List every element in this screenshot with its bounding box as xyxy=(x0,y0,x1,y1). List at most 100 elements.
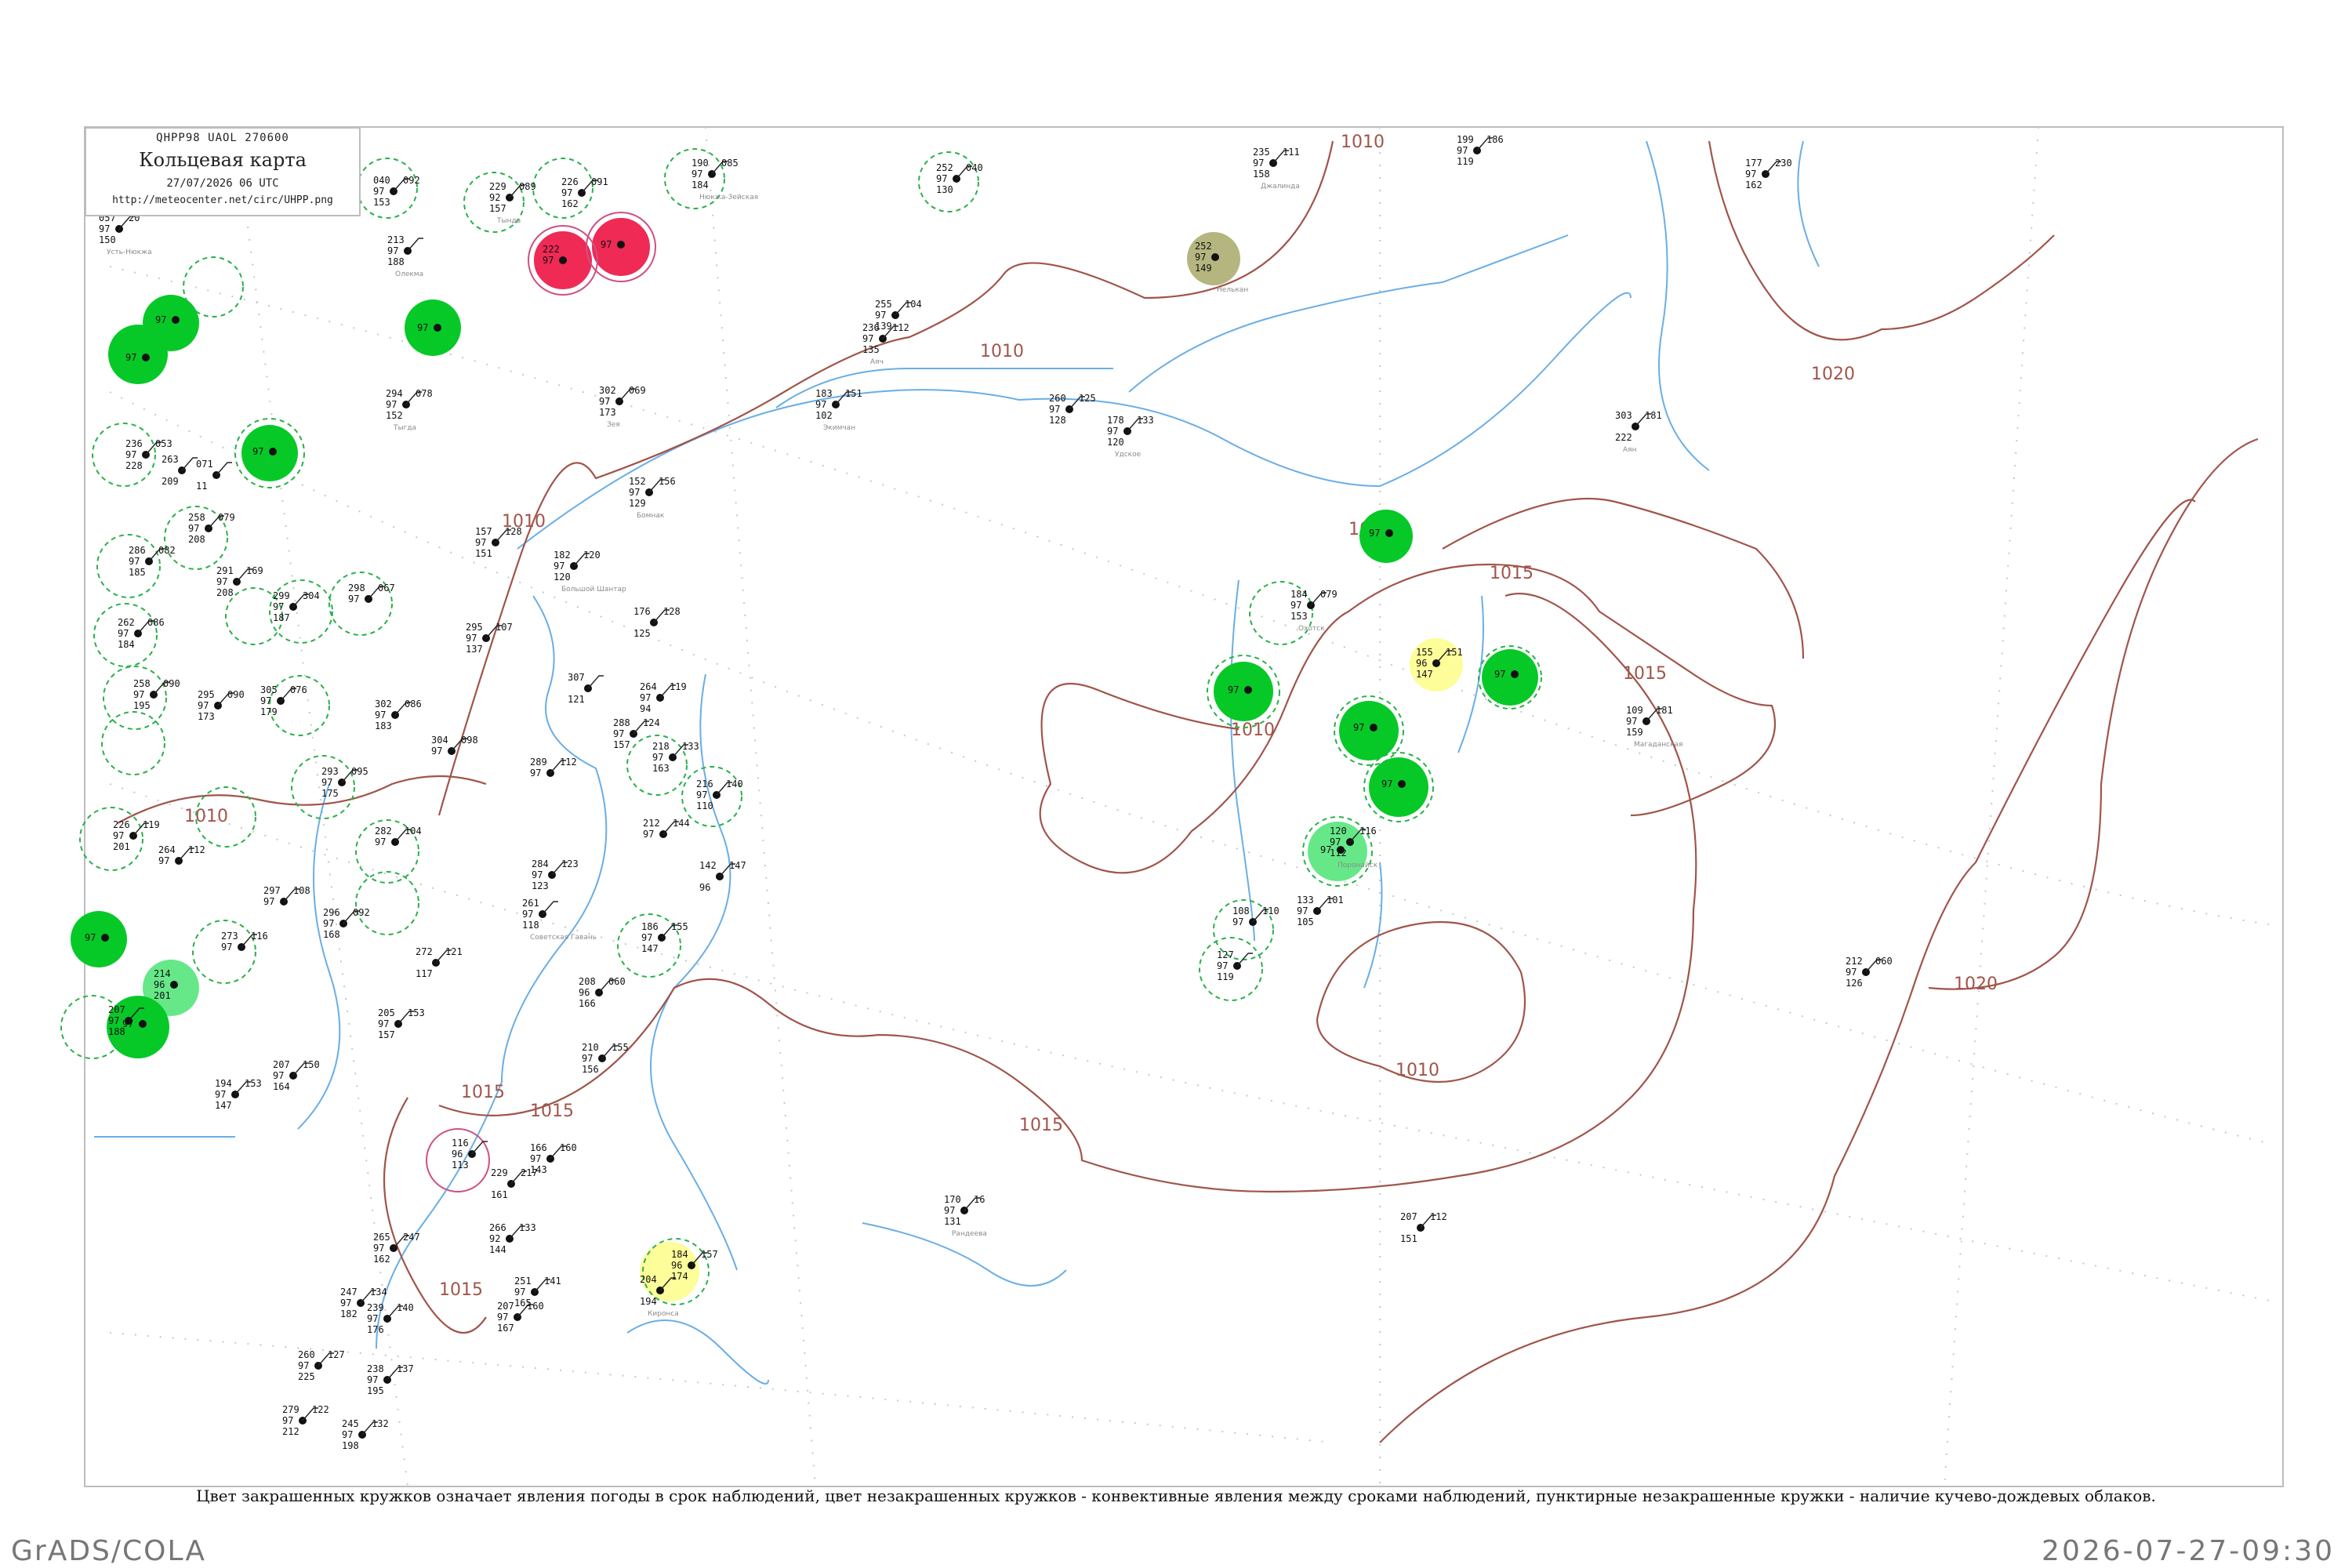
station-marker[interactable] xyxy=(559,256,567,264)
station-temperature: 295 xyxy=(198,689,215,700)
station-pressure: 184 xyxy=(691,180,709,191)
source-url[interactable]: http://meteocenter.net/circ/UHPP.png xyxy=(86,194,359,206)
station-pressure: 131 xyxy=(944,1216,961,1227)
station-marker[interactable] xyxy=(1211,253,1219,261)
station-visibility: 97 xyxy=(378,1018,389,1029)
station-marker[interactable] xyxy=(1511,670,1519,678)
station-dewpoint: 104 xyxy=(405,826,422,837)
station-pressure: 102 xyxy=(815,410,833,421)
station-marker[interactable] xyxy=(434,324,441,332)
isobar-label: 1015 xyxy=(461,1083,505,1102)
station-marker[interactable] xyxy=(142,354,150,361)
station-visibility: 97 xyxy=(323,918,334,929)
station-marker[interactable] xyxy=(269,448,277,456)
station-temperature: 133 xyxy=(1297,895,1314,906)
station-visibility: 97 xyxy=(386,399,397,410)
station-dewpoint: 169 xyxy=(246,565,263,576)
station-visibility: 97 xyxy=(133,689,144,700)
station-pressure: 121 xyxy=(568,694,585,705)
station-visibility: 92 xyxy=(489,192,500,203)
station-dewpoint: 079 xyxy=(218,512,235,523)
station-dewpoint: 181 xyxy=(1656,705,1673,716)
station-dewpoint: 120 xyxy=(583,550,601,561)
station-temperature: 108 xyxy=(1232,906,1250,916)
station-temperature: 218 xyxy=(652,741,670,752)
station-visibility: 97 xyxy=(1494,669,1505,680)
station-visibility: 97 xyxy=(601,239,612,250)
station-pressure: 163 xyxy=(652,763,670,774)
station-marker[interactable] xyxy=(1244,686,1252,694)
station-temperature: 142 xyxy=(699,860,717,871)
station-visibility: 97 xyxy=(532,869,543,880)
bulletin-code: QHPP98 UAOL 270600 xyxy=(156,132,289,144)
station-pressure: 198 xyxy=(342,1440,359,1451)
station-visibility: 97 xyxy=(260,695,271,706)
station-name: Удское xyxy=(1115,451,1142,459)
station-visibility: 97 xyxy=(1195,252,1206,263)
station-visibility: 97 xyxy=(691,169,702,180)
station-marker[interactable] xyxy=(1398,780,1406,788)
station-temperature: 279 xyxy=(282,1404,299,1415)
station-temperature: 272 xyxy=(416,946,433,957)
station-dewpoint: 132 xyxy=(372,1418,389,1429)
station-marker[interactable] xyxy=(101,934,109,942)
station-dewpoint: 112 xyxy=(188,844,205,855)
station-pressure: 208 xyxy=(216,587,234,598)
station-temperature: 207 xyxy=(1400,1211,1417,1222)
station-marker[interactable] xyxy=(1370,724,1377,731)
station-dewpoint: 116 xyxy=(1359,826,1377,837)
station-visibility: 97 xyxy=(198,700,209,711)
station-temperature: 186 xyxy=(641,921,659,932)
station-visibility: 97 xyxy=(497,1312,508,1323)
station-visibility: 97 xyxy=(215,1089,226,1100)
station-pressure: 153 xyxy=(373,197,390,208)
station-pressure: 152 xyxy=(386,410,403,421)
station-dewpoint: 060 xyxy=(1875,956,1893,967)
station-pressure: 105 xyxy=(1297,916,1314,927)
station-temperature: 236 xyxy=(862,322,880,333)
station-marker[interactable] xyxy=(1385,529,1393,537)
station-dewpoint: 147 xyxy=(729,860,746,871)
station-dewpoint: 067 xyxy=(378,583,395,593)
station-temperature: 238 xyxy=(367,1363,384,1374)
station-visibility: 97 xyxy=(1353,722,1364,733)
station-temperature: 170 xyxy=(944,1194,961,1205)
station-visibility: 97 xyxy=(554,561,564,572)
station-marker[interactable] xyxy=(617,241,625,249)
station-marker[interactable] xyxy=(170,981,178,989)
station-temperature: 216 xyxy=(696,779,713,789)
station-visibility: 97 xyxy=(613,728,624,739)
station-visibility: 97 xyxy=(561,187,572,198)
station-visibility: 97 xyxy=(155,314,166,325)
station-dewpoint: 110 xyxy=(1262,906,1279,916)
station-temperature: 252 xyxy=(936,162,953,173)
station-visibility: 97 xyxy=(85,932,96,943)
station-pressure: 117 xyxy=(416,968,433,979)
station-temperature: 190 xyxy=(691,158,709,169)
station-weather-green xyxy=(108,325,168,384)
station-visibility: 97 xyxy=(1369,528,1380,539)
station-dewpoint: 101 xyxy=(1327,895,1344,906)
station-temperature: 116 xyxy=(452,1138,469,1149)
station-pressure: 151 xyxy=(1400,1233,1417,1244)
station-visibility: 97 xyxy=(640,692,651,703)
station-temperature: 273 xyxy=(221,931,238,942)
station-name: Олекма xyxy=(395,270,423,278)
station-name: Джалинда xyxy=(1261,183,1300,191)
station-pressure: 184 xyxy=(118,639,135,650)
station-dewpoint: 151 xyxy=(1446,647,1463,658)
station-visibility: 97 xyxy=(431,746,442,757)
station-marker[interactable] xyxy=(1337,846,1345,854)
software-credit: GrADS/COLA xyxy=(11,1535,207,1567)
station-marker[interactable] xyxy=(172,316,180,324)
station-dewpoint: 112 xyxy=(560,757,577,768)
station-pressure: 161 xyxy=(491,1189,508,1200)
station-temperature: 265 xyxy=(373,1232,390,1243)
station-temperature: 297 xyxy=(263,885,281,896)
station-name: Усть-Нюкжа xyxy=(107,249,152,256)
station-temperature: 177 xyxy=(1745,158,1762,169)
station-pressure: 185 xyxy=(129,567,146,578)
station-temperature: 245 xyxy=(342,1418,359,1429)
station-name: Нюкжа-Зейская xyxy=(699,194,758,201)
station-marker[interactable] xyxy=(139,1020,147,1028)
